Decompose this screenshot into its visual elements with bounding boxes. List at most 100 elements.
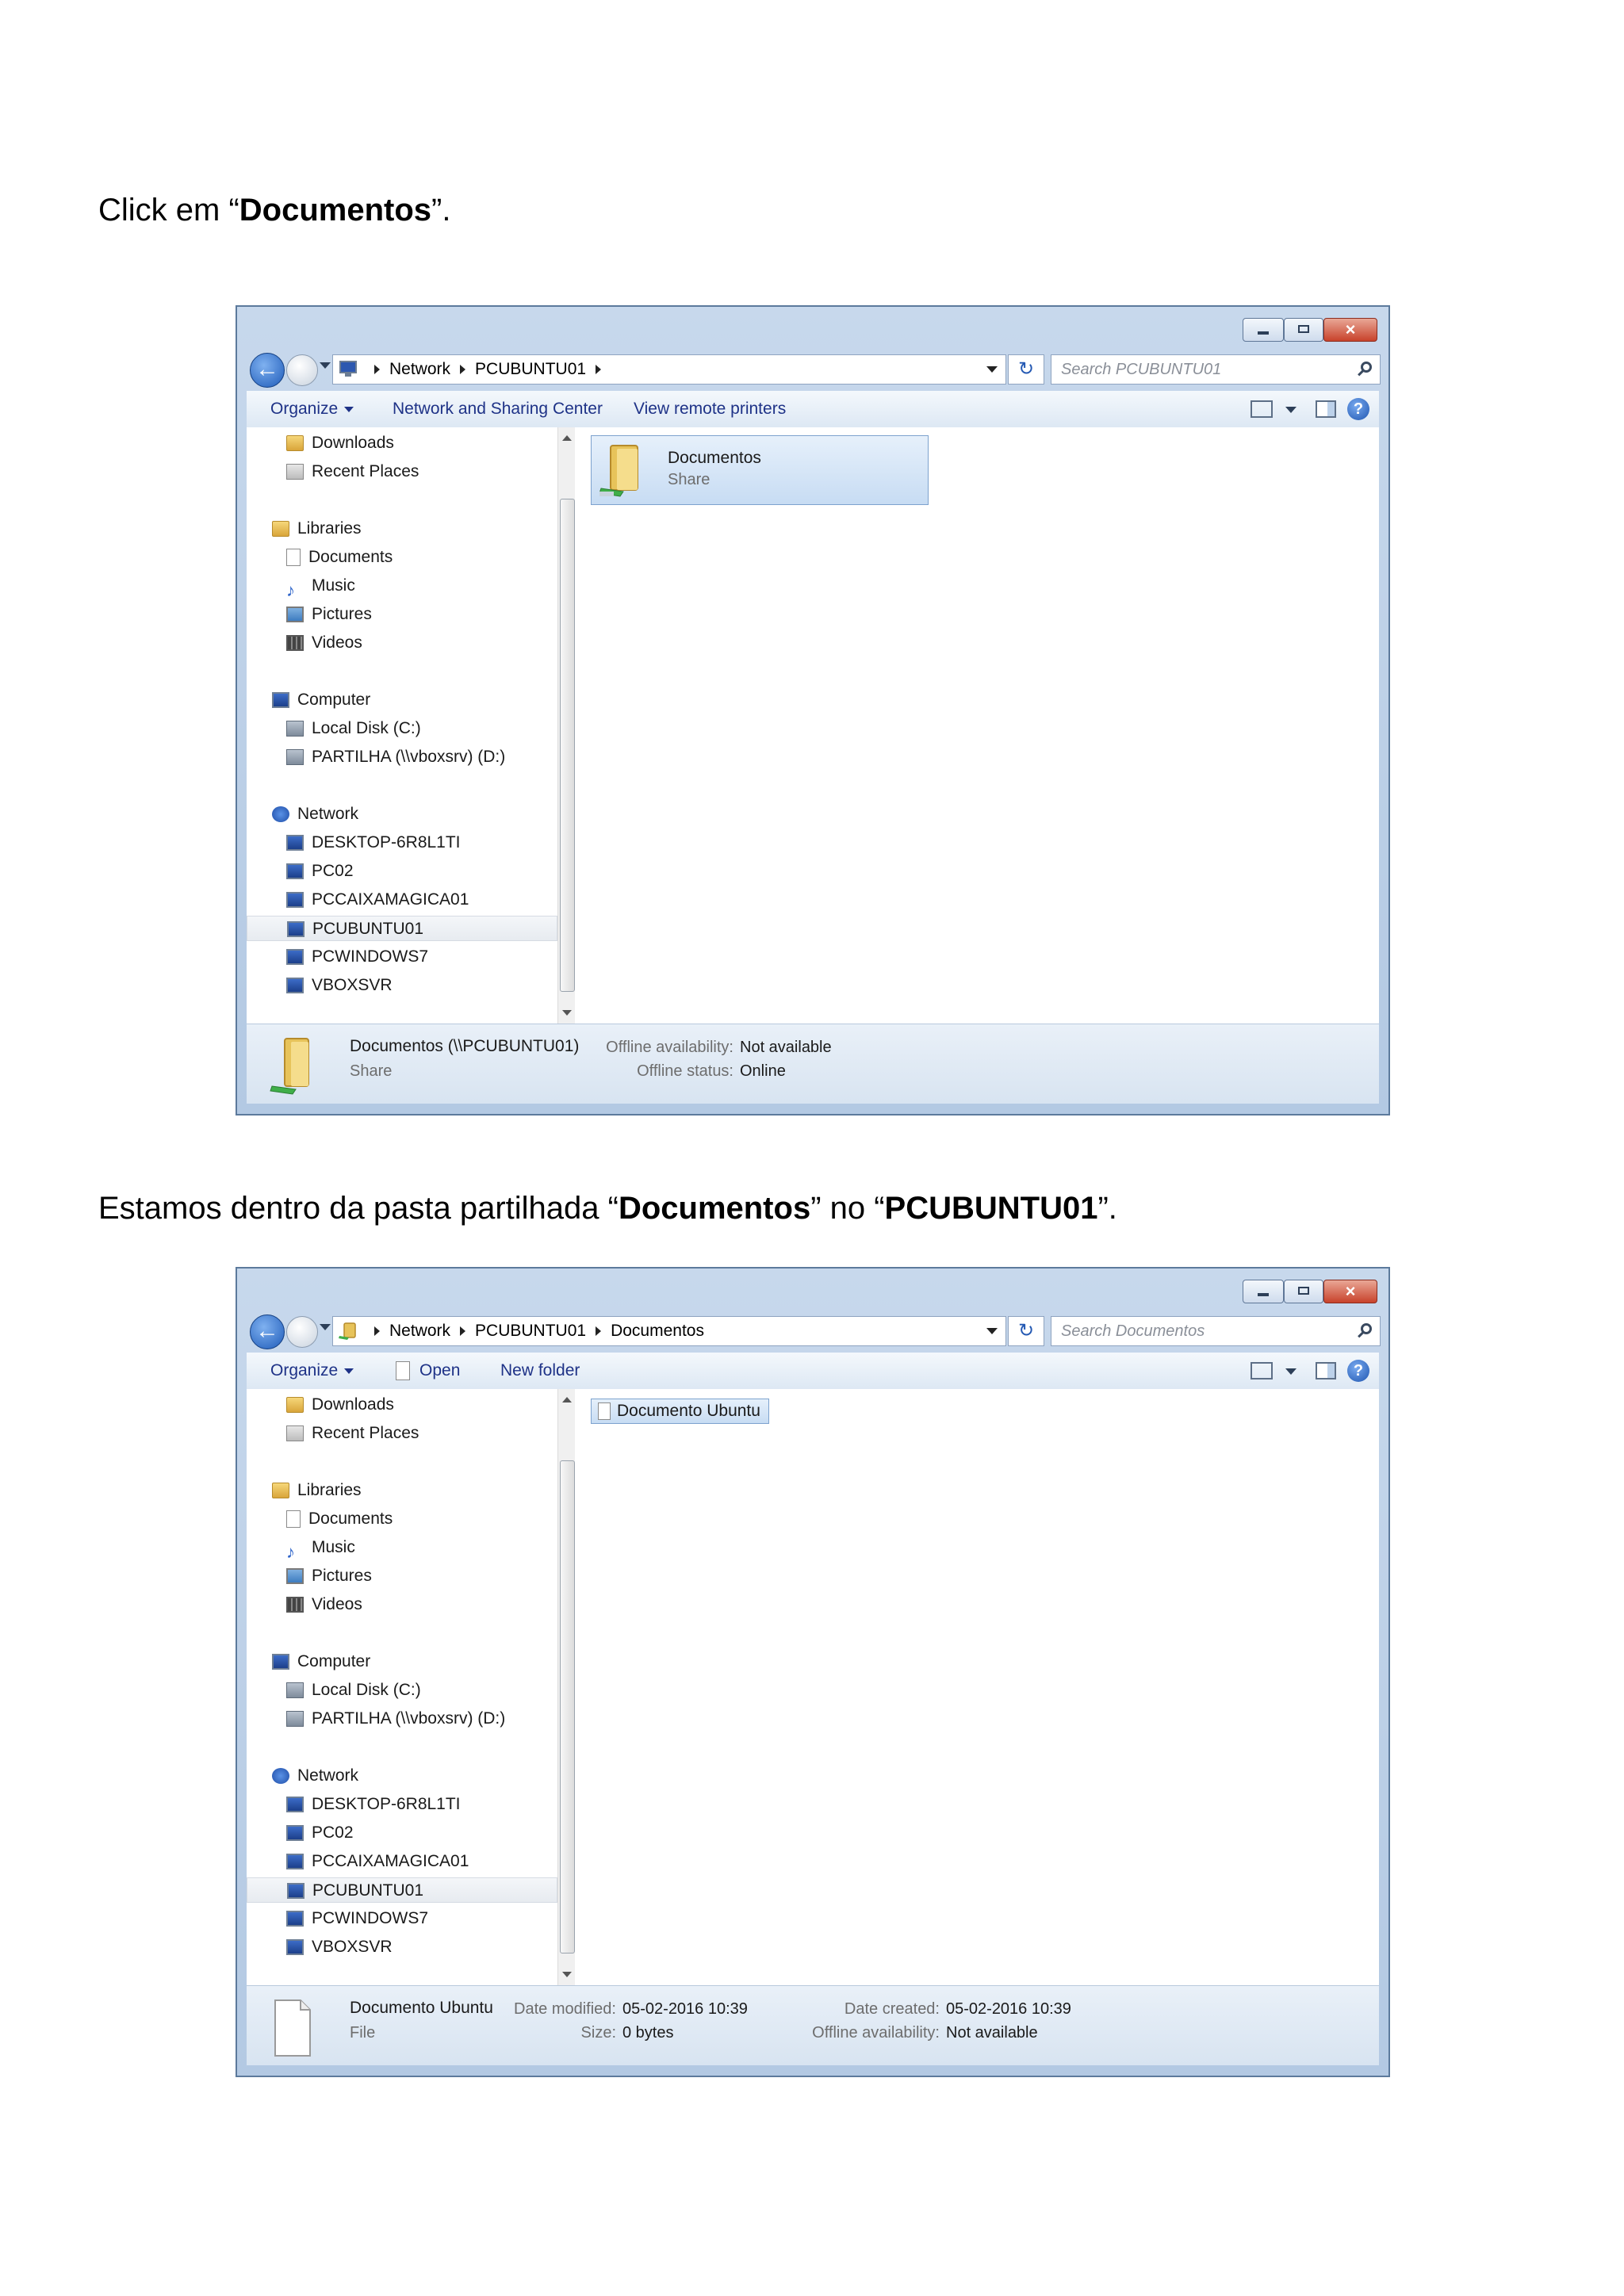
back-button[interactable]: [250, 353, 285, 388]
nav-item-music[interactable]: ♪ Music: [286, 573, 355, 600]
refresh-button[interactable]: ↻: [1008, 354, 1044, 385]
share-tile-documentos[interactable]: Documentos Share: [591, 435, 929, 505]
nav-item-local-disk[interactable]: Local Disk (C:): [286, 1678, 421, 1703]
breadcrumb-network[interactable]: Network: [389, 1322, 450, 1340]
view-options-dropdown[interactable]: [1285, 1368, 1297, 1375]
change-view-icon[interactable]: [1251, 1362, 1273, 1380]
close-button[interactable]: ×: [1323, 318, 1377, 342]
navigation-scrollbar[interactable]: [557, 427, 576, 1024]
documents-icon: [286, 549, 301, 567]
nav-item-vboxsvr[interactable]: VBOXSVR: [286, 973, 393, 998]
nav-item-pcubuntu01[interactable]: PCUBUNTU01: [247, 1877, 557, 1903]
scroll-up-icon[interactable]: [562, 435, 572, 441]
nav-item-pcwindows7[interactable]: PCWINDOWS7: [286, 944, 428, 970]
nav-item-libraries[interactable]: Libraries: [272, 516, 362, 541]
minimize-button[interactable]: [1243, 1280, 1284, 1303]
view-options-dropdown[interactable]: [1285, 407, 1297, 413]
computer-icon: [339, 361, 357, 377]
nav-item-recent-places[interactable]: Recent Places: [286, 1421, 419, 1446]
network-sharing-center-button[interactable]: Network and Sharing Center: [393, 391, 603, 427]
breadcrumb-separator[interactable]: [374, 365, 380, 375]
nav-item-pccaixamagica01[interactable]: PCCAIXAMAGICA01: [286, 887, 469, 913]
scroll-down-icon[interactable]: [562, 1010, 572, 1016]
scroll-up-icon[interactable]: [562, 1397, 572, 1402]
nav-item-music[interactable]: ♪ Music: [286, 1535, 355, 1562]
maximize-button[interactable]: [1284, 318, 1323, 342]
nav-item-pcubuntu01[interactable]: PCUBUNTU01: [247, 916, 557, 941]
scroll-down-icon[interactable]: [562, 1972, 572, 1977]
breadcrumb-separator[interactable]: [596, 1326, 602, 1337]
nav-item-desktop[interactable]: DESKTOP-6R8L1TI: [286, 830, 461, 855]
nav-item-pcwindows7[interactable]: PCWINDOWS7: [286, 1906, 428, 1931]
view-remote-printers-button[interactable]: View remote printers: [634, 391, 786, 427]
nav-item-desktop[interactable]: DESKTOP-6R8L1TI: [286, 1792, 461, 1817]
forward-button[interactable]: [286, 1316, 318, 1348]
nav-item-libraries[interactable]: Libraries: [272, 1478, 362, 1503]
computer-icon: [286, 978, 304, 994]
breadcrumb-pcubuntu01[interactable]: PCUBUNTU01: [475, 360, 586, 378]
breadcrumb-separator[interactable]: [460, 365, 466, 375]
nav-item-partilha[interactable]: PARTILHA (\\vboxsrv) (D:): [286, 1706, 505, 1732]
nav-item-network[interactable]: Network: [272, 1763, 358, 1789]
scrollbar-thumb[interactable]: [560, 499, 575, 992]
nav-item-pc02[interactable]: PC02: [286, 859, 354, 884]
forward-button[interactable]: [286, 354, 318, 386]
downloads-folder-icon: [286, 435, 304, 452]
nav-item-computer[interactable]: Computer: [272, 1649, 370, 1674]
breadcrumb-documentos[interactable]: Documentos: [611, 1322, 704, 1340]
nav-item-computer[interactable]: Computer: [272, 687, 370, 713]
nav-item-local-disk[interactable]: Local Disk (C:): [286, 716, 421, 741]
change-view-icon[interactable]: [1251, 400, 1273, 418]
recent-pages-dropdown[interactable]: [320, 362, 331, 369]
address-dropdown-arrow[interactable]: [986, 1328, 998, 1334]
organize-button[interactable]: Organize: [270, 1353, 354, 1389]
nav-label: PCWINDOWS7: [312, 947, 428, 966]
nav-item-downloads[interactable]: Downloads: [286, 1392, 394, 1418]
nav-item-network[interactable]: Network: [272, 802, 358, 827]
nav-item-pc02[interactable]: PC02: [286, 1820, 354, 1846]
nav-item-videos[interactable]: Videos: [286, 630, 362, 656]
scrollbar-thumb[interactable]: [560, 1460, 575, 1954]
address-bar[interactable]: Network PCUBUNTU01: [332, 354, 1006, 385]
nav-item-partilha[interactable]: PARTILHA (\\vboxsrv) (D:): [286, 744, 505, 770]
search-input[interactable]: Search Documentos: [1051, 1316, 1381, 1346]
nav-item-downloads[interactable]: Downloads: [286, 430, 394, 456]
open-button[interactable]: Open: [396, 1353, 460, 1389]
close-button[interactable]: ×: [1323, 1280, 1377, 1303]
nav-item-pictures[interactable]: Pictures: [286, 602, 372, 627]
maximize-button[interactable]: [1284, 1280, 1323, 1303]
breadcrumb-separator[interactable]: [374, 1326, 380, 1337]
nav-item-documents[interactable]: Documents: [286, 545, 393, 570]
breadcrumb-separator[interactable]: [596, 365, 602, 375]
preview-pane-icon[interactable]: [1316, 400, 1336, 418]
navigation-scrollbar[interactable]: [557, 1389, 576, 1985]
new-folder-button[interactable]: New folder: [500, 1353, 580, 1389]
organize-button[interactable]: Organize: [270, 391, 354, 427]
address-bar[interactable]: Network PCUBUNTU01 Documentos: [332, 1316, 1006, 1346]
refresh-button[interactable]: ↻: [1008, 1316, 1044, 1346]
nav-item-documents[interactable]: Documents: [286, 1506, 393, 1532]
nav-item-pictures[interactable]: Pictures: [286, 1563, 372, 1589]
nav-item-videos[interactable]: Videos: [286, 1592, 362, 1617]
breadcrumb-pcubuntu01[interactable]: PCUBUNTU01: [475, 1322, 586, 1340]
breadcrumb-separator[interactable]: [460, 1326, 466, 1337]
help-icon[interactable]: ?: [1347, 1360, 1369, 1382]
search-input[interactable]: Search PCUBUNTU01: [1051, 354, 1381, 385]
recent-pages-dropdown[interactable]: [320, 1324, 331, 1330]
nav-label: DESKTOP-6R8L1TI: [312, 833, 461, 851]
preview-pane-icon[interactable]: [1316, 1362, 1336, 1380]
address-dropdown-arrow[interactable]: [986, 366, 998, 373]
file-item-documento-ubuntu[interactable]: Documento Ubuntu: [591, 1399, 769, 1424]
nav-item-vboxsvr[interactable]: VBOXSVR: [286, 1934, 393, 1960]
breadcrumb-network[interactable]: Network: [389, 360, 450, 378]
minimize-button[interactable]: [1243, 318, 1284, 342]
caption-bold: Documentos: [618, 1191, 811, 1226]
nav-item-pccaixamagica01[interactable]: PCCAIXAMAGICA01: [286, 1849, 469, 1874]
help-icon[interactable]: ?: [1347, 398, 1369, 420]
refresh-icon: ↻: [1017, 358, 1035, 380]
search-placeholder: Search PCUBUNTU01: [1061, 361, 1222, 378]
libraries-icon: [272, 521, 289, 538]
back-button[interactable]: [250, 1314, 285, 1349]
nav-item-recent-places[interactable]: Recent Places: [286, 459, 419, 484]
search-icon: [1361, 362, 1372, 373]
